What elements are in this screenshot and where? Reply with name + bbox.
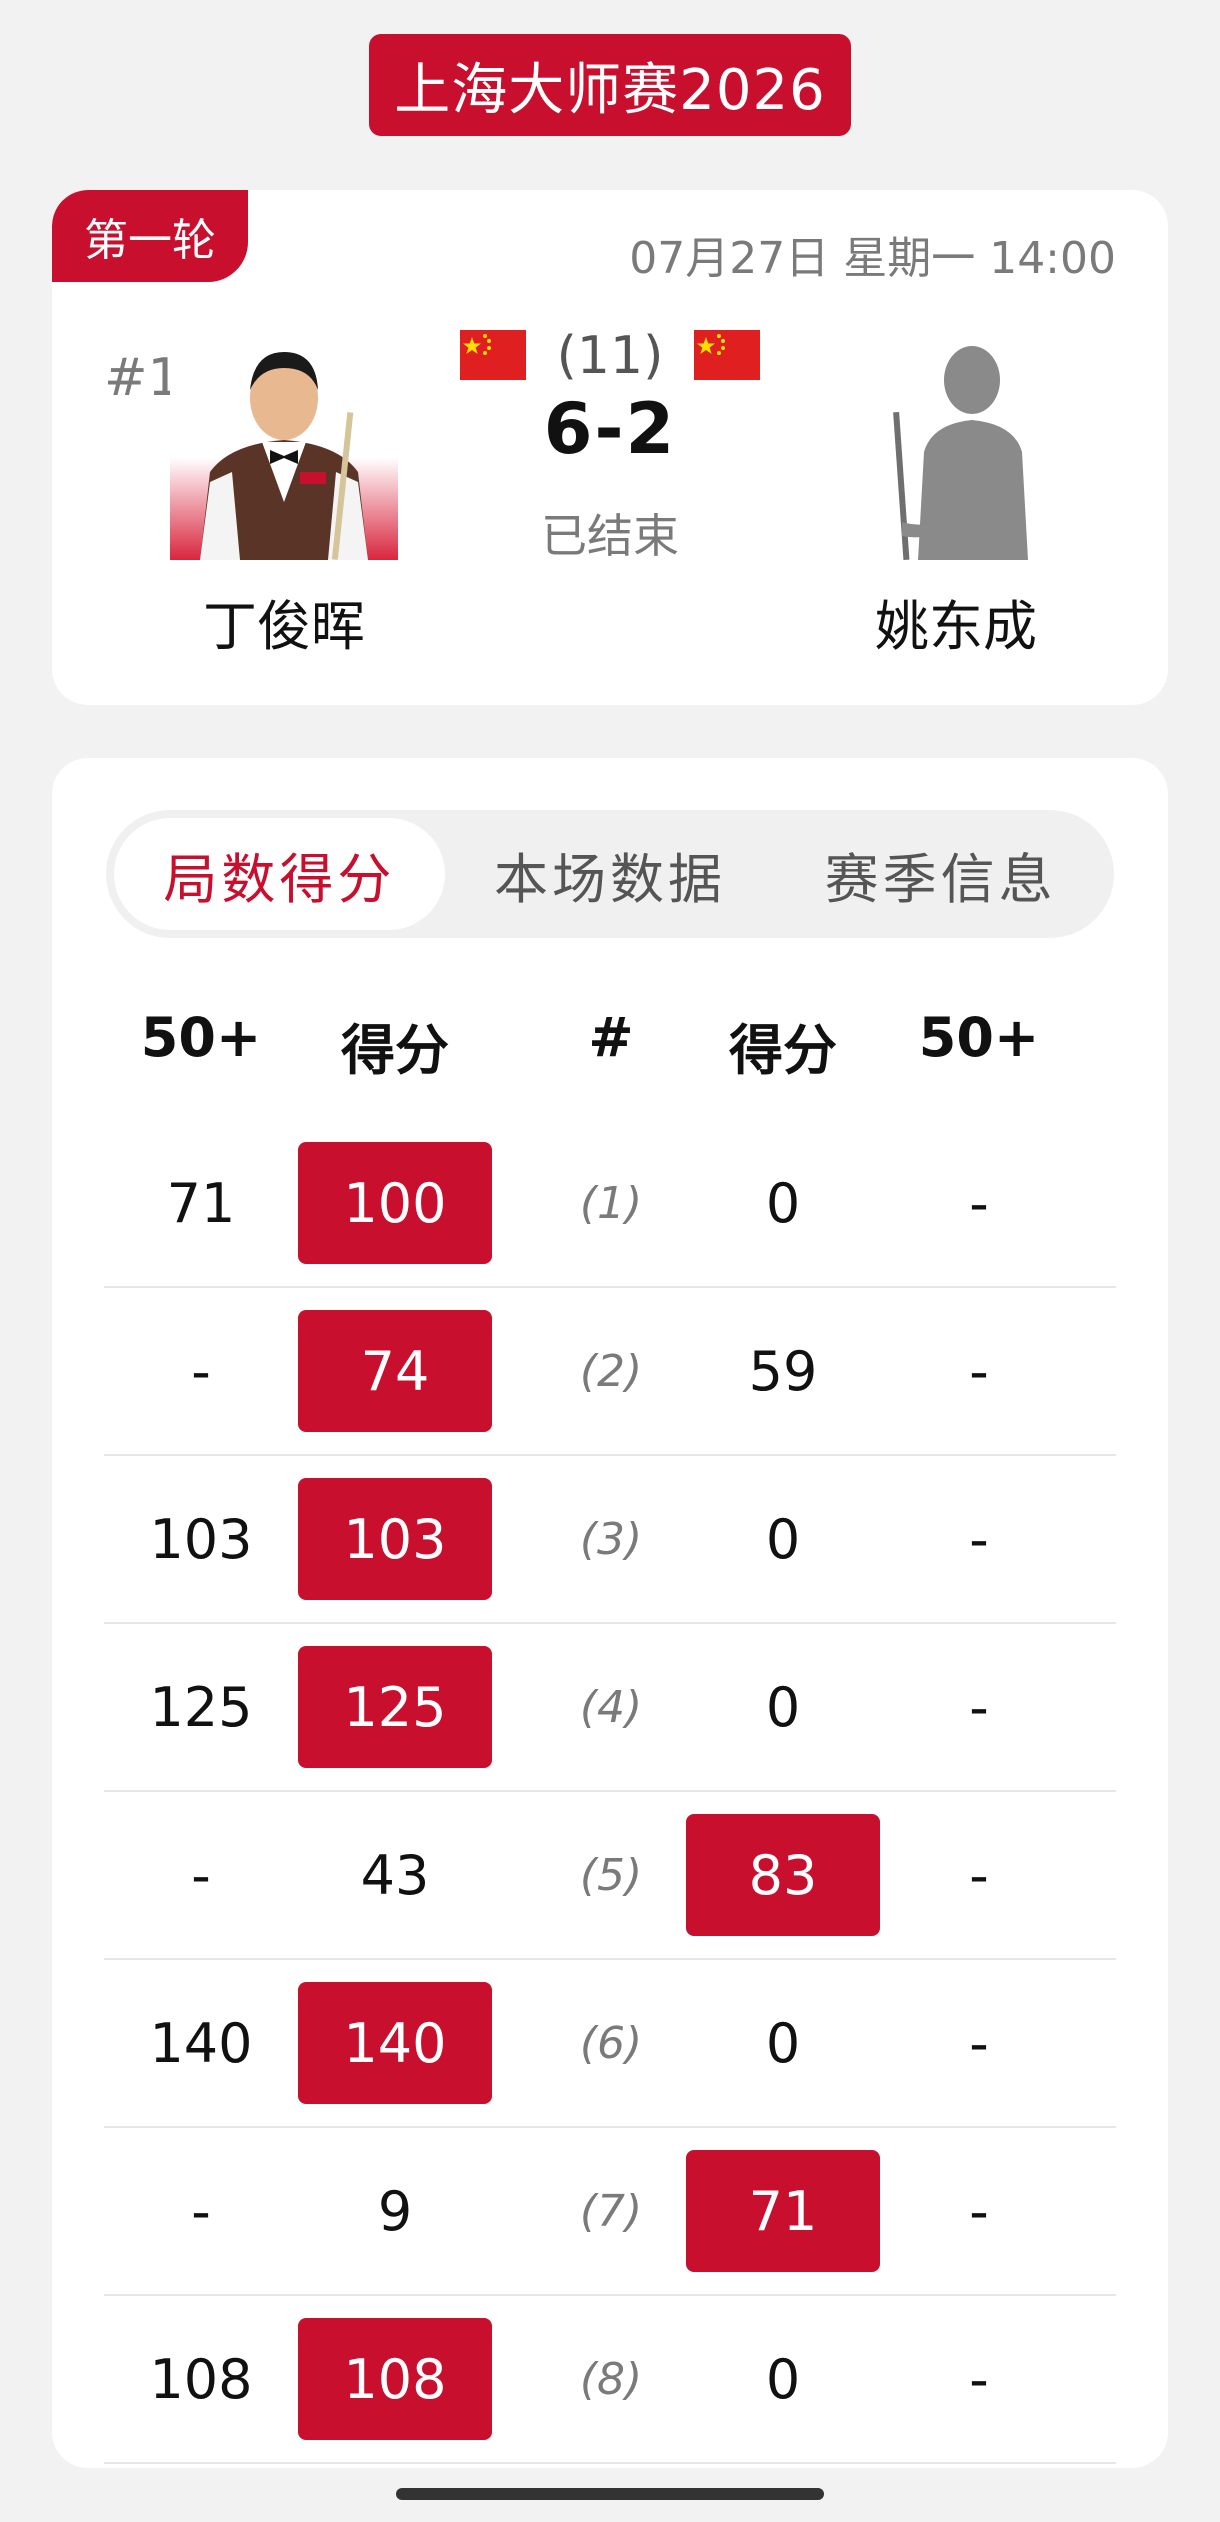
p2-break: - [969, 1675, 989, 1739]
frames-table: 71 100 (1) 0 - - 74 (2) 59 - 103 103 (3) 0 - 125 125 (4) 0… [104, 1120, 1116, 2464]
frame-number: (3) [579, 1513, 643, 1565]
p2-break: - [969, 1843, 989, 1907]
header-p1-breaks: 50+ [140, 1006, 262, 1069]
header-p1-score: 得分 [341, 1019, 449, 1082]
p1-score-winner-box: 108 [298, 2318, 492, 2440]
p2-score: 0 [765, 1171, 801, 1235]
p2-score: 0 [765, 1507, 801, 1571]
tab-match-stats[interactable]: 本场数据 [445, 818, 776, 930]
p2-score: 59 [748, 1339, 818, 1403]
table-row: 125 125 (4) 0 - [104, 1624, 1116, 1792]
p2-score-cell: 71 [686, 2128, 880, 2294]
match-score: 6-2 [543, 388, 677, 470]
p2-score-winner-box: 83 [686, 1814, 880, 1936]
p1-score-winner-box: 103 [298, 1478, 492, 1600]
p2-score: 0 [765, 2347, 801, 2411]
frame-number: (4) [579, 1681, 643, 1733]
p2-break: - [969, 2011, 989, 2075]
table-row: 71 100 (1) 0 - [104, 1120, 1116, 1288]
header-p2-score: 得分 [729, 1019, 837, 1082]
p1-score-winner-box: 140 [298, 1982, 492, 2104]
p1-break: 108 [149, 2347, 253, 2411]
home-indicator[interactable] [396, 2488, 824, 2500]
p1-score: 9 [377, 2179, 413, 2243]
p1-break: - [191, 2179, 211, 2243]
p2-break: - [969, 1339, 989, 1403]
player1-photo-icon [170, 332, 398, 560]
p1-score-cell: 108 [298, 2296, 492, 2462]
p2-score: 0 [765, 2011, 801, 2075]
match-status: 已结束 [541, 509, 679, 563]
p2-break: - [969, 1507, 989, 1571]
stats-card: 局数得分 本场数据 赛季信息 50+ 得分 # 得分 50+ 71 100 (1) 0… [52, 758, 1168, 2468]
p1-break: - [191, 1843, 211, 1907]
tournament-title: 上海大师赛2026 [369, 34, 851, 136]
p2-break: - [969, 2179, 989, 2243]
tab-bar: 局数得分 本场数据 赛季信息 [106, 810, 1114, 938]
frame-number: (2) [579, 1345, 643, 1397]
player2-silhouette-icon [842, 332, 1070, 560]
p1-score-winner-box: 74 [298, 1310, 492, 1432]
p1-break: 125 [149, 1675, 253, 1739]
player1-avatar[interactable] [170, 332, 398, 560]
p1-score-cell: 140 [298, 1960, 492, 2126]
best-of-frames: (11) [556, 326, 664, 386]
p1-score-winner-box: 125 [298, 1646, 492, 1768]
table-row: 140 140 (6) 0 - [104, 1960, 1116, 2128]
p1-score-cell: 125 [298, 1624, 492, 1790]
tab-season-info[interactable]: 赛季信息 [775, 818, 1106, 930]
player2-flag-icon [694, 330, 760, 380]
p2-score: 0 [765, 1675, 801, 1739]
p2-score-cell: 83 [686, 1792, 880, 1958]
p2-score-winner-box: 71 [686, 2150, 880, 2272]
p1-score-cell: 100 [298, 1120, 492, 1286]
header-frame-number: # [588, 1006, 634, 1069]
p1-break: - [191, 1339, 211, 1403]
tab-frame-scores[interactable]: 局数得分 [114, 818, 445, 930]
table-row: 103 103 (3) 0 - [104, 1456, 1116, 1624]
table-row: - 9 (7) 71 - [104, 2128, 1116, 2296]
p2-break: - [969, 2347, 989, 2411]
round-badge: 第一轮 [52, 190, 248, 282]
match-datetime: 07月27日 星期一 14:00 [629, 233, 1116, 284]
p1-break: 103 [149, 1507, 253, 1571]
p2-break: - [969, 1171, 989, 1235]
table-row: 108 108 (8) 0 - [104, 2296, 1116, 2464]
frame-number: (6) [579, 2017, 643, 2069]
player2-name[interactable]: 姚东成 [776, 582, 1136, 661]
player2-avatar[interactable] [842, 332, 1070, 560]
p1-score-cell: 74 [298, 1288, 492, 1454]
p1-score: 43 [360, 1843, 430, 1907]
frame-number: (5) [579, 1849, 643, 1901]
p1-score-winner-box: 100 [298, 1142, 492, 1264]
p1-break: 140 [149, 2011, 253, 2075]
table-row: - 43 (5) 83 - [104, 1792, 1116, 1960]
header-p2-breaks: 50+ [918, 1006, 1040, 1069]
frame-number: (7) [579, 2185, 643, 2237]
frame-number: (1) [579, 1177, 643, 1229]
p1-score-cell: 103 [298, 1456, 492, 1622]
table-row: - 74 (2) 59 - [104, 1288, 1116, 1456]
p1-break: 71 [166, 1171, 236, 1235]
match-card[interactable]: 第一轮 07月27日 星期一 14:00 #15 (11) 6-2 已结束 丁俊… [52, 190, 1168, 705]
player1-name[interactable]: 丁俊晖 [104, 582, 464, 661]
frame-number: (8) [579, 2353, 643, 2405]
